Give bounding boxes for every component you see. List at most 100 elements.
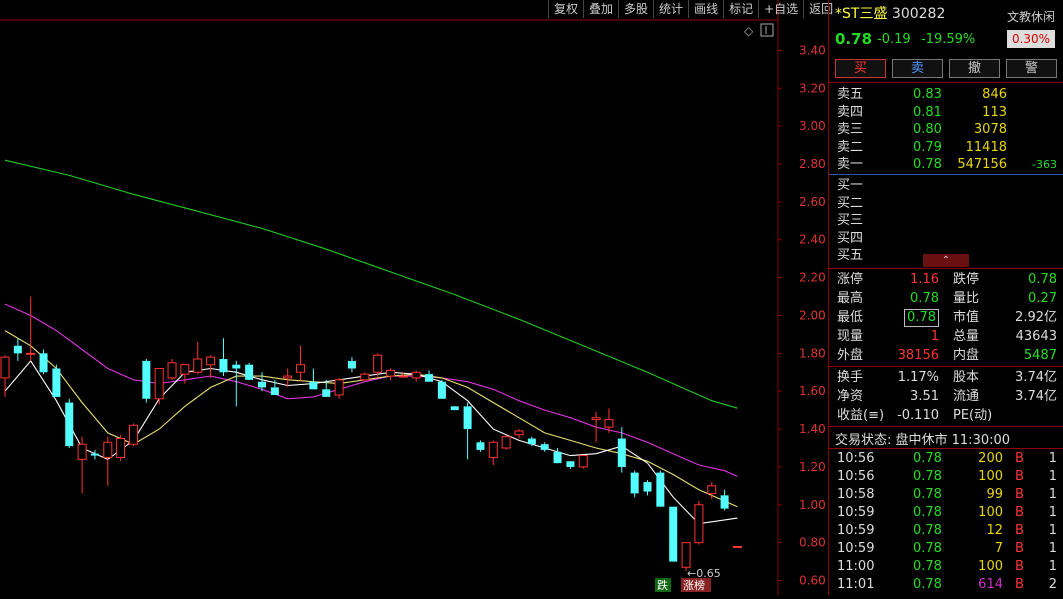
candle-body <box>52 368 61 397</box>
ask-label: 卖一 <box>837 157 864 173</box>
last-price: 0.78 <box>835 30 873 48</box>
ask-row: 卖四 0.81 113 <box>829 104 1063 122</box>
candle-body <box>501 436 511 449</box>
stat-label: 换手 <box>837 370 864 385</box>
candle-body <box>116 438 126 458</box>
candle-body <box>514 430 524 436</box>
tick-row: 10:59 0.78 100 B 1 <box>829 504 1063 522</box>
toolbar-overlay-button[interactable]: 叠加 <box>583 0 618 18</box>
candle-body <box>309 381 318 390</box>
kline-svg[interactable]: ◇ 3.40 3.20 3.00 2.80 2.60 2.40 2.20 2.00 1.80 1.6… <box>0 0 828 595</box>
buy-button[interactable]: 买 <box>835 59 886 78</box>
ma5-line <box>4 359 738 525</box>
stat-label: 外盘 <box>837 348 864 363</box>
toolbar-stats-button[interactable]: 统计 <box>653 0 688 18</box>
stat-label: 总量 <box>953 329 980 344</box>
ask-row: 卖一 0.78 547156 -363 <box>829 156 1063 174</box>
price-change-pct: -19.59% <box>921 32 976 47</box>
ask-row: 卖三 0.80 3078 <box>829 121 1063 139</box>
tick-side: B <box>1015 505 1024 520</box>
tick-time: 10:56 <box>837 451 875 466</box>
stat-value: 1 <box>930 329 939 344</box>
toolbar-add-watchlist-button[interactable]: +自选 <box>758 0 803 18</box>
stat-value: 0.78 <box>910 291 939 306</box>
tick-row: 11:00 0.78 100 B 1 <box>829 558 1063 576</box>
ask-label: 卖四 <box>837 104 864 120</box>
stat-label: 内盘 <box>953 348 980 363</box>
stat-label: 涨停 <box>837 272 864 287</box>
tick-time: 10:56 <box>837 469 875 484</box>
candle-body <box>258 381 266 388</box>
divider <box>829 174 1063 175</box>
sector-label: 文教休闲 <box>1007 10 1056 24</box>
candle-body <box>142 360 151 399</box>
y-tick-label: 3.20 <box>799 81 826 95</box>
candle-body <box>411 371 421 379</box>
cancel-order-button[interactable]: 撤 <box>949 59 1000 78</box>
sell-button[interactable]: 卖 <box>892 59 943 78</box>
tick-price: 0.78 <box>913 559 942 574</box>
candle-body <box>732 545 742 548</box>
stat-label: 股本 <box>953 370 980 385</box>
y-tick-label: 0.80 <box>799 536 826 550</box>
stat-value: 5487 <box>1023 348 1057 363</box>
toolbar-restore-rights-button[interactable]: 复权 <box>548 0 583 18</box>
candle-body <box>167 362 177 379</box>
candle-body <box>26 352 36 355</box>
stat-row: 最低 0.78 市值 2.92亿 <box>829 309 1063 327</box>
ask-volume: 547156 <box>957 157 1007 173</box>
y-tick-label: 1.60 <box>799 384 826 398</box>
tick-volume: 12 <box>986 523 1003 538</box>
toolbar-draw-line-button[interactable]: 画线 <box>688 0 723 18</box>
candle-body <box>425 374 434 382</box>
kline-chart[interactable]: ◇ 3.40 3.20 3.00 2.80 2.60 2.40 2.20 2.00 1.80 1.6… <box>0 0 828 595</box>
bid-row: 买一 <box>829 177 1063 195</box>
stat-value: 0.78 <box>1028 272 1057 287</box>
stat-label: 量比 <box>953 291 980 306</box>
stat-row: 换手 1.17% 股本 3.74亿 <box>829 369 1063 387</box>
candle-body <box>437 381 446 399</box>
candle-body <box>360 373 370 381</box>
tick-time: 11:00 <box>837 559 875 574</box>
stock-name: *ST三盛 <box>835 6 888 22</box>
stat-row: 外盘 38156 内盘 5487 <box>829 347 1063 365</box>
tick-price: 0.78 <box>913 451 942 466</box>
ask-volume: 846 <box>982 87 1007 102</box>
ask-label: 卖三 <box>837 122 864 138</box>
ask-label: 卖五 <box>837 87 864 102</box>
candle-body <box>488 441 498 458</box>
stat-value: 0.78 <box>904 309 939 327</box>
collapse-chevron-icon[interactable]: ⌃ <box>923 254 969 267</box>
tick-count: 1 <box>1048 523 1057 538</box>
toolbar-multi-stock-button[interactable]: 多股 <box>618 0 653 18</box>
candle-body <box>270 387 279 395</box>
layout-toggle-icon <box>760 23 774 37</box>
bid-row: 买四 <box>829 230 1063 248</box>
candle-body <box>630 472 639 494</box>
candle-body <box>643 482 652 492</box>
y-tick-label: 2.20 <box>799 271 826 285</box>
price-change: -0.19 <box>877 32 911 47</box>
tag-limit-label: 涨榜 <box>683 578 705 592</box>
divider <box>829 366 1063 367</box>
y-tick-label: 2.00 <box>799 308 826 322</box>
toolbar-mark-button[interactable]: 标记 <box>723 0 758 18</box>
y-tick-label: 0.60 <box>799 574 826 588</box>
tick-volume: 200 <box>978 451 1003 466</box>
tick-row: 10:59 0.78 12 B 1 <box>829 522 1063 540</box>
candle-body <box>296 364 306 373</box>
tick-count: 2 <box>1048 577 1057 592</box>
stat-value: 3.74亿 <box>1015 370 1057 385</box>
candle-body <box>578 455 588 468</box>
candle-body <box>334 379 344 396</box>
ask-price: 0.81 <box>913 104 942 120</box>
alert-button[interactable]: 警 <box>1006 59 1057 78</box>
candle-body <box>566 461 575 467</box>
tick-volume: 100 <box>978 559 1003 574</box>
stat-value: 43643 <box>1015 329 1057 344</box>
candle-body <box>681 542 691 568</box>
quote-panel: *ST三盛 300282 文教休闲 0.78 -0.19 -19.59% 0.3… <box>828 0 1063 595</box>
candle-body <box>245 364 254 380</box>
candle-body <box>720 495 729 509</box>
candle-body <box>219 359 228 373</box>
